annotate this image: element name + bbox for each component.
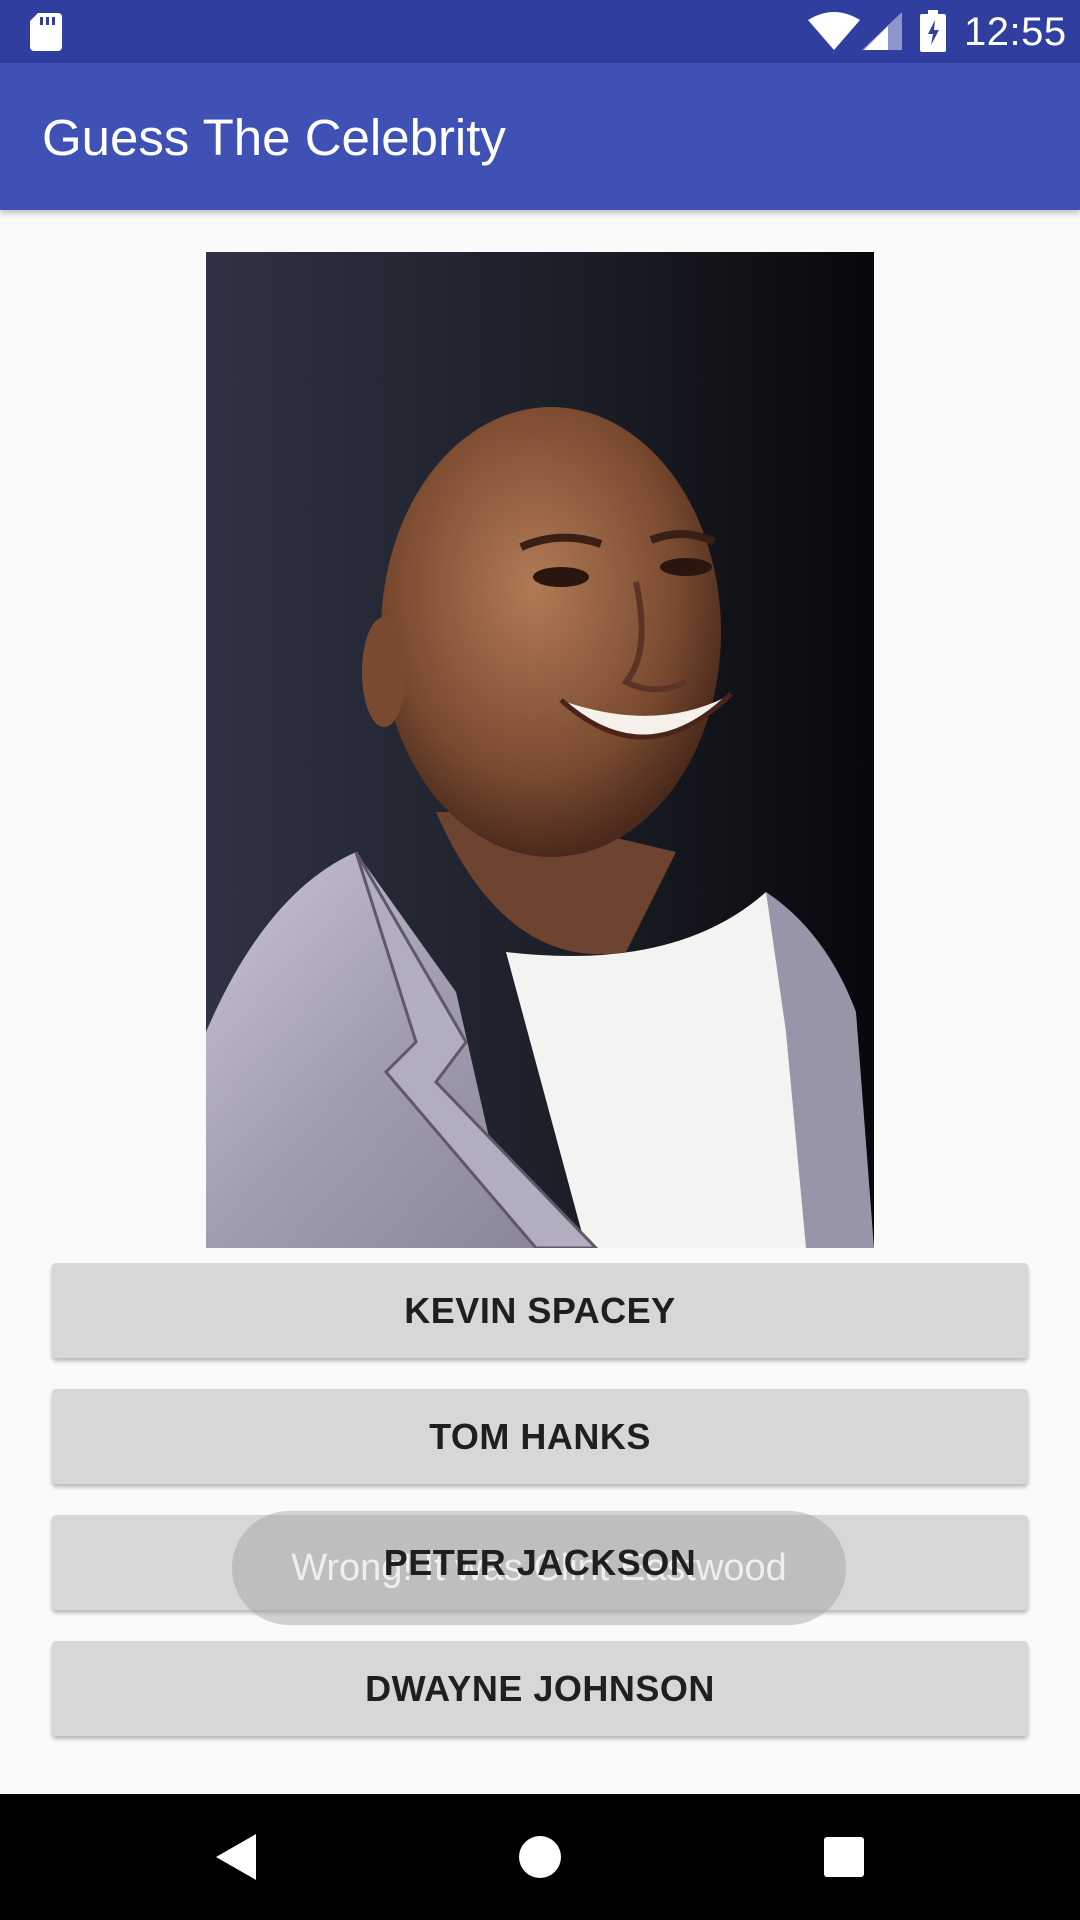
home-icon[interactable] [516,1830,564,1884]
navigation-bar [0,1794,1080,1920]
answer-button-2[interactable]: TOM HANKS [52,1389,1028,1484]
recents-icon[interactable] [822,1832,866,1882]
wifi-icon [808,12,860,50]
back-icon[interactable] [212,1830,260,1884]
answer-button-3[interactable]: PETER JACKSON [52,1515,1028,1610]
battery-icon [920,10,946,52]
answer-label: TOM HANKS [429,1415,651,1457]
answer-button-1[interactable]: KEVIN SPACEY [52,1263,1028,1358]
signal-icon [862,12,902,50]
answer-label: PETER JACKSON [383,1541,697,1583]
answer-label: KEVIN SPACEY [404,1289,676,1331]
status-clock: 12:55 [964,10,1067,54]
status-bar: 12:55 [0,0,1080,63]
app-title: Guess The Celebrity [42,109,506,166]
answer-label: DWAYNE JOHNSON [365,1667,715,1709]
app-bar: Guess The Celebrity [0,63,1080,210]
answer-button-4[interactable]: DWAYNE JOHNSON [52,1641,1028,1736]
sd-card-icon [30,13,62,51]
celebrity-photo [206,252,874,1248]
